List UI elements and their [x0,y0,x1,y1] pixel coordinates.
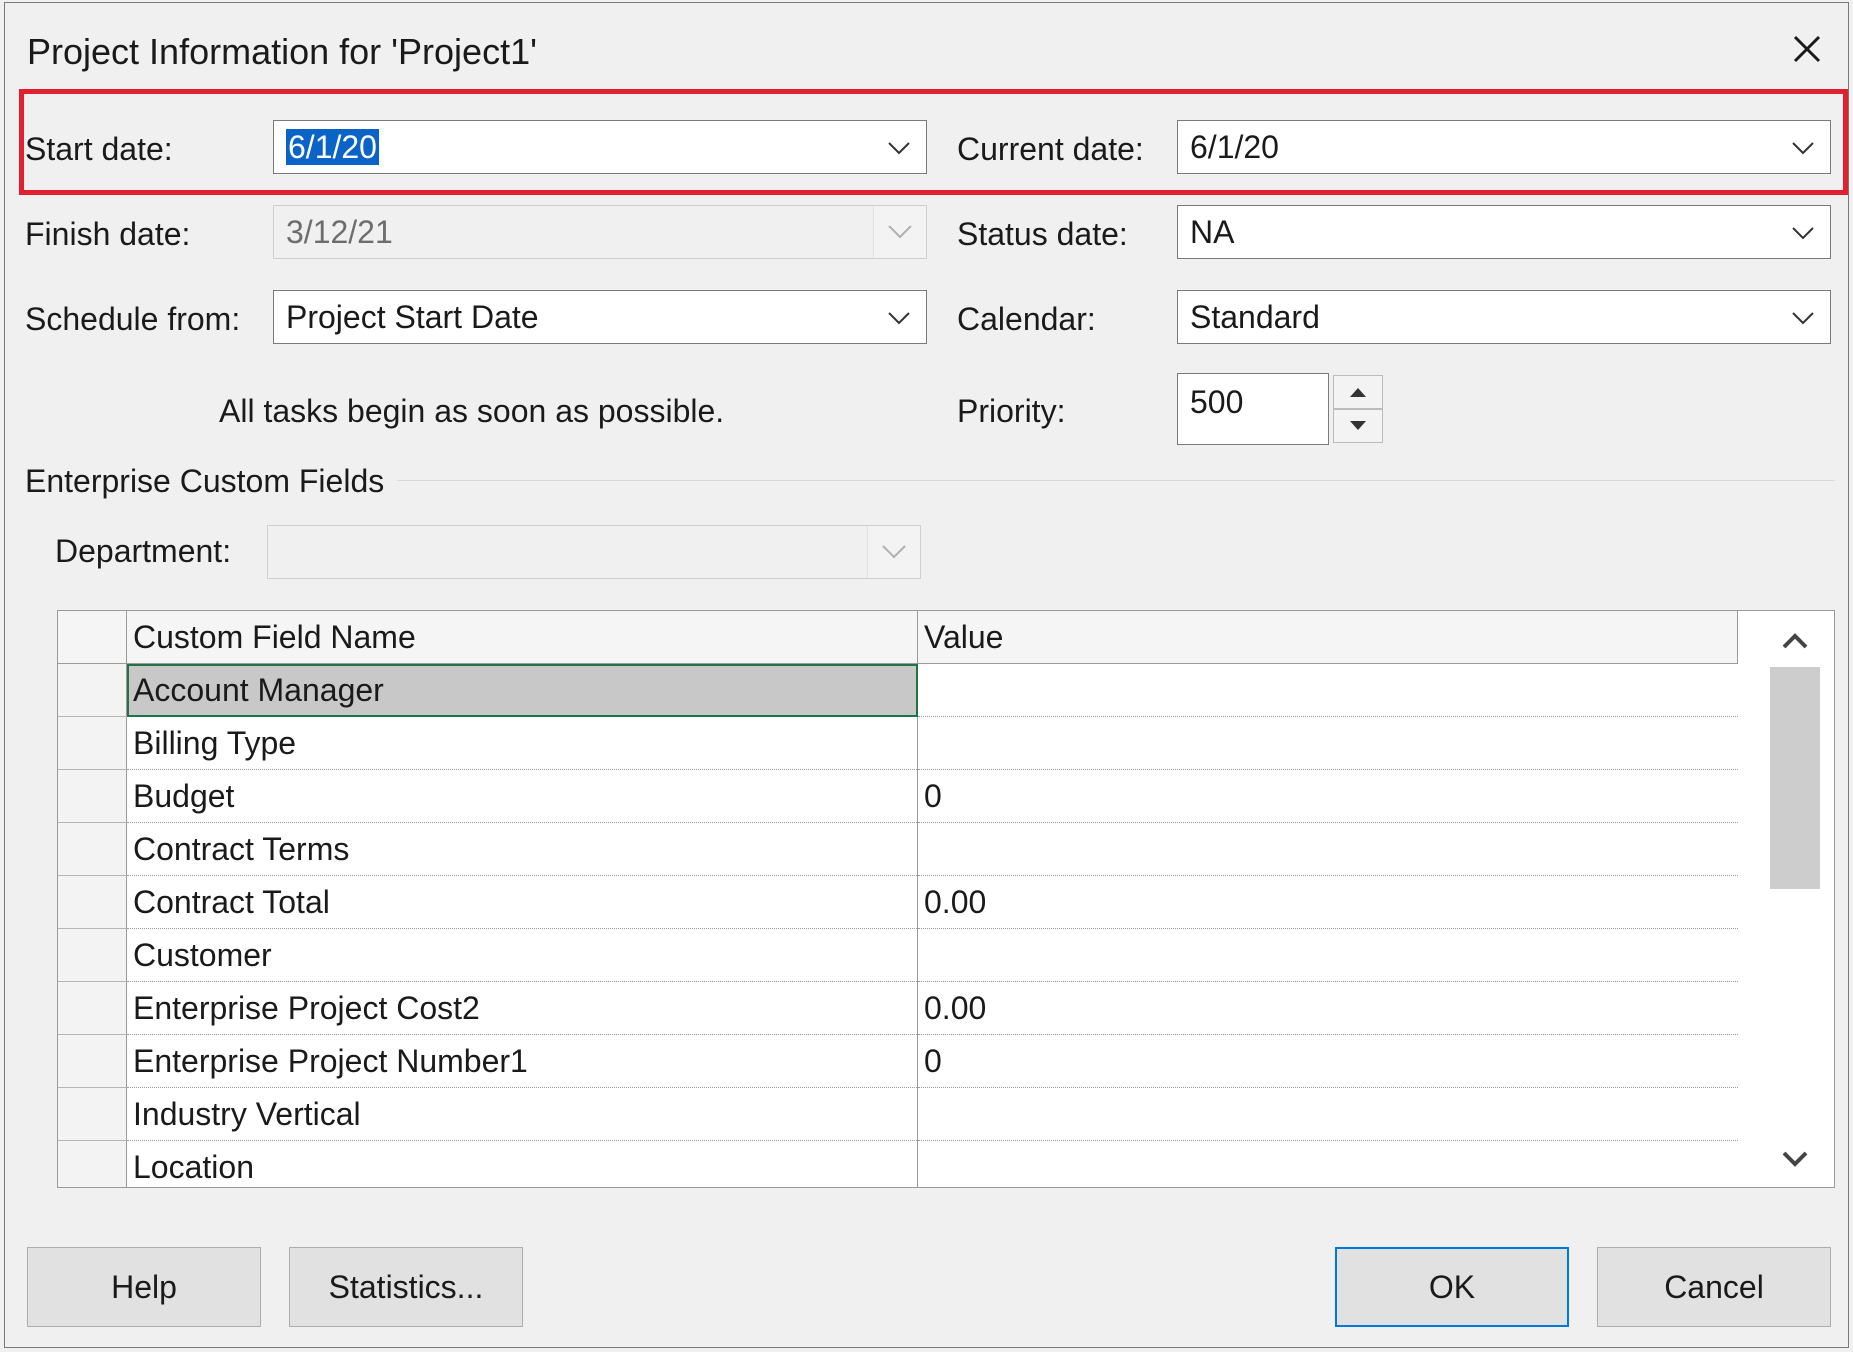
field-name-cell[interactable]: Location [126,1140,918,1187]
department-combo [267,525,921,579]
chevron-down-icon [867,526,920,578]
custom-fields-table: Custom Field Name Value Account Manager … [58,611,1738,1187]
row-header[interactable] [58,981,127,1035]
table-row[interactable]: Contract Terms [58,822,1738,876]
row-header[interactable] [58,822,127,876]
column-header-name[interactable]: Custom Field Name [126,611,918,664]
field-value-cell[interactable]: 0 [917,769,1738,823]
calendar-value[interactable]: Standard [1190,299,1320,336]
field-value-cell[interactable]: 0.00 [917,875,1738,929]
project-information-dialog: Project Information for 'Project1' Start… [4,2,1849,1348]
table-row[interactable]: Enterprise Project Number1 0 [58,1034,1738,1088]
row-header[interactable] [58,1140,127,1187]
field-name-cell[interactable]: Budget [126,769,918,823]
ok-button[interactable]: OK [1335,1247,1569,1327]
schedule-from-combo[interactable]: Project Start Date [273,290,927,344]
section-divider [397,480,1835,481]
field-name-cell[interactable]: Industry Vertical [126,1087,918,1141]
table-row[interactable]: Billing Type [58,716,1738,770]
field-value-cell[interactable] [917,928,1738,982]
schedule-from-value[interactable]: Project Start Date [286,299,539,336]
table-row[interactable]: Industry Vertical [58,1087,1738,1141]
status-date-combo[interactable]: NA [1177,205,1831,259]
finish-date-value: 3/12/21 [286,214,393,250]
finish-date-label: Finish date: [25,216,191,252]
scrollbar-thumb[interactable] [1770,667,1820,889]
custom-fields-grid[interactable]: Custom Field Name Value Account Manager … [57,610,1835,1188]
field-name-cell[interactable]: Enterprise Project Number1 [126,1034,918,1088]
status-date-value[interactable]: NA [1190,214,1234,251]
dialog-title: Project Information for 'Project1' [27,31,537,72]
cancel-button[interactable]: Cancel [1597,1247,1831,1327]
chevron-down-icon[interactable] [886,305,912,329]
close-icon[interactable] [1785,27,1829,71]
highlight-box [19,89,1848,195]
statistics-button[interactable]: Statistics... [289,1247,523,1327]
priority-value[interactable]: 500 [1190,384,1243,421]
chevron-down-icon[interactable] [1790,305,1816,329]
field-name-cell[interactable]: Customer [126,928,918,982]
calendar-combo[interactable]: Standard [1177,290,1831,344]
chevron-down-icon [873,206,926,258]
row-header-corner [58,611,127,664]
department-label: Department: [55,533,232,569]
priority-up-button[interactable] [1333,375,1383,409]
row-header[interactable] [58,928,127,982]
chevron-down-icon[interactable] [1770,1145,1820,1175]
field-name-cell[interactable]: Contract Terms [126,822,918,876]
table-row[interactable]: Account Manager [58,663,1738,717]
triangle-up-icon [1350,388,1366,397]
row-header[interactable] [58,769,127,823]
field-name-cell[interactable]: Enterprise Project Cost2 [126,981,918,1035]
schedule-from-label: Schedule from: [25,301,241,337]
vertical-scrollbar[interactable] [1764,611,1834,1187]
field-value-cell[interactable] [917,822,1738,876]
status-date-label: Status date: [957,216,1128,252]
field-value-cell[interactable] [917,663,1738,717]
row-header[interactable] [58,716,127,770]
chevron-up-icon[interactable] [1770,625,1820,655]
field-value-cell[interactable] [917,1140,1738,1187]
chevron-down-icon[interactable] [1790,220,1816,244]
field-value-cell[interactable] [917,1087,1738,1141]
row-header[interactable] [58,1034,127,1088]
table-row[interactable]: Customer [58,928,1738,982]
table-row[interactable]: Location [58,1140,1738,1187]
field-value-cell[interactable]: 0.00 [917,981,1738,1035]
field-name-cell[interactable]: Contract Total [126,875,918,929]
field-name-cell[interactable]: Account Manager [126,663,918,717]
calendar-label: Calendar: [957,301,1096,337]
schedule-note: All tasks begin as soon as possible. [219,393,725,429]
table-row[interactable]: Contract Total 0.00 [58,875,1738,929]
section-title: Enterprise Custom Fields [25,463,385,499]
field-name-cell[interactable]: Billing Type [126,716,918,770]
priority-input[interactable]: 500 [1177,373,1329,445]
triangle-down-icon [1350,421,1366,430]
field-value-cell[interactable] [917,716,1738,770]
table-row[interactable]: Budget 0 [58,769,1738,823]
field-value-cell[interactable]: 0 [917,1034,1738,1088]
table-row[interactable]: Enterprise Project Cost2 0.00 [58,981,1738,1035]
column-header-value[interactable]: Value [917,611,1738,664]
row-header[interactable] [58,875,127,929]
priority-down-button[interactable] [1333,409,1383,443]
priority-label: Priority: [957,393,1066,429]
finish-date-combo: 3/12/21 [273,205,927,259]
row-header[interactable] [58,663,127,717]
row-header[interactable] [58,1087,127,1141]
help-button[interactable]: Help [27,1247,261,1327]
